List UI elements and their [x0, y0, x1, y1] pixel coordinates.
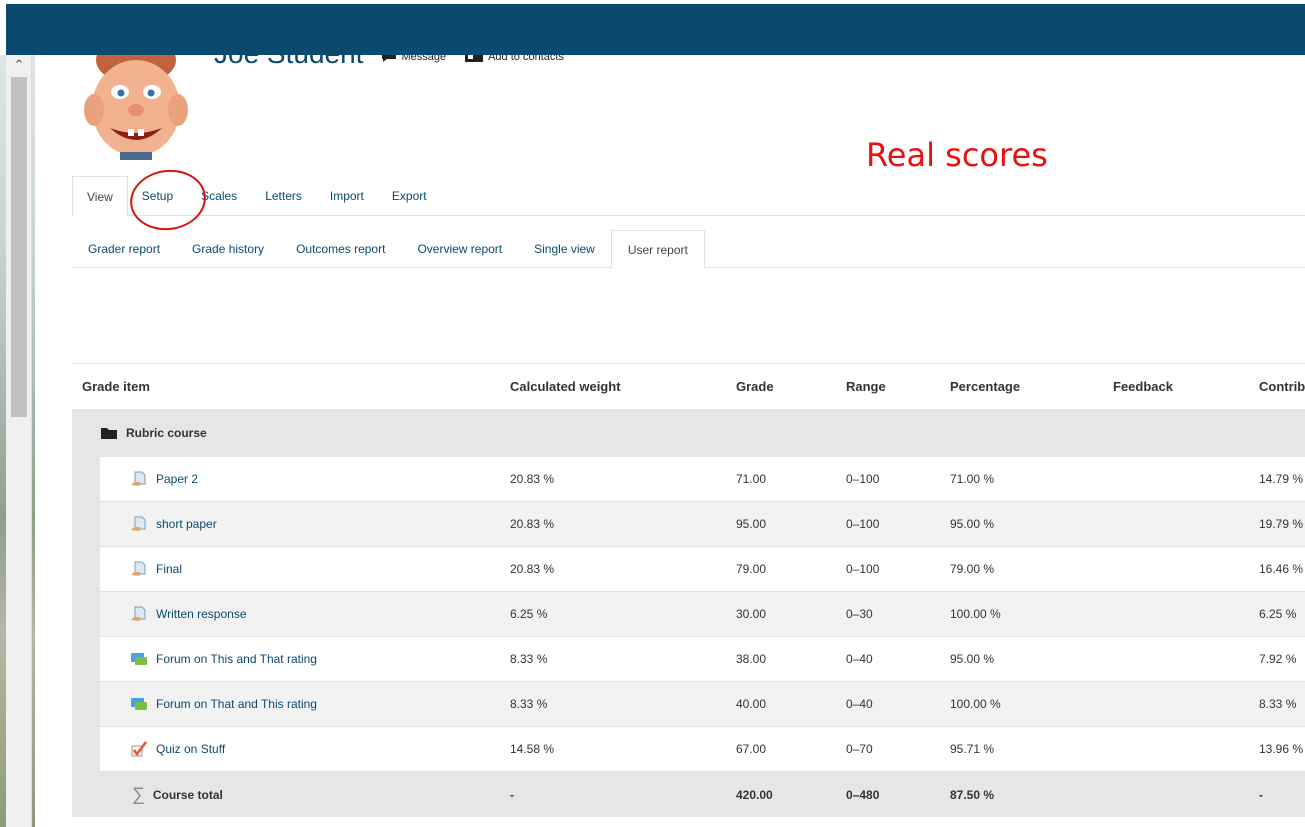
total-range: 0–480 [846, 787, 880, 802]
table-header: Grade item Calculated weight Grade Range… [72, 364, 1305, 409]
table-row: Paper 2 20.83 % 71.00 0–100 71.00 % 14.79 % [72, 457, 1305, 502]
tab-overview-report[interactable]: Overview report [401, 230, 518, 268]
tab-scales[interactable]: Scales [187, 176, 251, 216]
cell-weight: 20.83 % [510, 517, 555, 531]
cell-range: 0–70 [846, 742, 873, 756]
tab-outcomes-report[interactable]: Outcomes report [280, 230, 401, 268]
cell-range: 0–100 [846, 472, 880, 486]
grade-item-link[interactable]: Written response [156, 607, 247, 621]
cell-grade: 71.00 [736, 472, 767, 486]
annotation-text: Real scores [866, 136, 1048, 174]
col-feedback: Feedback [1113, 379, 1173, 394]
col-contribution: Contribution to course total [1259, 379, 1305, 394]
cell-grade: 95.00 [736, 517, 767, 531]
cell-percentage: 95.00 % [950, 652, 995, 666]
cell-percentage: 100.00 % [950, 697, 1001, 711]
table-row: Quiz on Stuff 14.58 % 67.00 0–70 95.71 % 13.9… [72, 727, 1305, 772]
scrollbar-thumb[interactable] [11, 77, 27, 417]
table-row: Forum on That and This rating 8.33 % 40.00… [72, 682, 1305, 727]
quiz-icon [130, 740, 148, 758]
total-contribution: - [1259, 787, 1263, 802]
assignment-icon [130, 515, 148, 533]
cell-grade: 30.00 [736, 607, 767, 621]
user-report-table: Grade item Calculated weight Grade Range… [72, 363, 1305, 817]
folder-icon [101, 428, 117, 439]
total-weight: - [510, 787, 514, 802]
grade-item-link[interactable]: short paper [156, 517, 217, 531]
grade-item-link[interactable]: Forum on This and That rating [156, 652, 317, 666]
table-row: short paper 20.83 % 95.00 0–100 95.00 % 19.79… [72, 502, 1305, 547]
cell-weight: 8.33 % [510, 652, 548, 666]
grade-item-link[interactable]: Paper 2 [156, 472, 198, 486]
table-row: Written response 6.25 % 30.00 0–30 100.00 % 6… [72, 592, 1305, 637]
table-row: Forum on This and That rating 8.33 % 38.00… [72, 637, 1305, 682]
tab-user-report[interactable]: User report [610, 230, 705, 269]
col-grade: Grade [736, 379, 774, 394]
table-row: Final 20.83 % 79.00 0–100 79.00 % 16.46 % [72, 547, 1305, 592]
cell-weight: 6.25 % [510, 607, 548, 621]
category-row: Rubric course [72, 409, 1305, 457]
total-grade: 420.00 [736, 787, 773, 802]
cell-contribution: 14.79 % [1259, 472, 1304, 486]
cell-contribution: 8.33 % [1259, 697, 1297, 711]
cell-weight: 20.83 % [510, 472, 555, 486]
tab-grader-report[interactable]: Grader report [72, 230, 176, 268]
forum-icon [130, 650, 148, 668]
course-total-row: ∑ Course total - 420.00 0–480 87.50 % - [72, 772, 1305, 817]
col-percentage: Percentage [950, 379, 1021, 394]
cell-percentage: 100.00 % [950, 607, 1001, 621]
cell-contribution: 7.92 % [1259, 652, 1297, 666]
tab-single-view[interactable]: Single view [518, 230, 611, 268]
cell-grade: 40.00 [736, 697, 767, 711]
assignment-icon [130, 605, 148, 623]
scroll-up-arrow-icon[interactable]: ⌃ [6, 55, 32, 73]
tab-setup[interactable]: Setup [128, 176, 187, 216]
forum-icon [130, 695, 148, 713]
tab-export[interactable]: Export [378, 176, 441, 216]
grade-rows: Paper 2 20.83 % 71.00 0–100 71.00 % 14.79 % sh… [72, 457, 1305, 772]
cell-contribution: 6.25 % [1259, 607, 1297, 621]
primary-tabs: View Setup Scales Letters Import Export [72, 176, 1305, 217]
col-grade-item: Grade item [82, 379, 150, 394]
tab-import[interactable]: Import [316, 176, 378, 216]
grade-item-link[interactable]: Forum on That and This rating [156, 697, 317, 711]
cell-range: 0–30 [846, 607, 873, 621]
cell-contribution: 13.96 % [1259, 742, 1304, 756]
col-calculated-weight: Calculated weight [510, 379, 621, 394]
top-navbar [6, 4, 1305, 55]
grade-item-link[interactable]: Quiz on Stuff [156, 742, 225, 756]
cell-percentage: 95.00 % [950, 517, 995, 531]
avatar [74, 40, 198, 160]
cell-percentage: 79.00 % [950, 562, 995, 576]
cell-range: 0–100 [846, 562, 880, 576]
category-name: Rubric course [126, 426, 207, 440]
assignment-icon [130, 470, 148, 488]
cell-range: 0–100 [846, 517, 880, 531]
cell-range: 0–40 [846, 652, 873, 666]
assignment-icon [130, 560, 148, 578]
tab-letters[interactable]: Letters [251, 176, 316, 216]
tab-grade-history[interactable]: Grade history [176, 230, 280, 268]
cell-percentage: 71.00 % [950, 472, 995, 486]
secondary-tabs: Grader report Grade history Outcomes rep… [72, 230, 1305, 269]
cell-percentage: 95.71 % [950, 742, 995, 756]
cell-range: 0–40 [846, 697, 873, 711]
cell-contribution: 19.79 % [1259, 517, 1304, 531]
cell-weight: 20.83 % [510, 562, 555, 576]
cell-grade: 67.00 [736, 742, 767, 756]
sigma-icon: ∑ [132, 784, 145, 804]
cell-grade: 38.00 [736, 652, 767, 666]
cell-weight: 14.58 % [510, 742, 555, 756]
cell-contribution: 16.46 % [1259, 562, 1304, 576]
tab-view[interactable]: View [72, 176, 128, 217]
grade-item-link[interactable]: Final [156, 562, 182, 576]
vertical-scrollbar[interactable]: ⌃ [6, 55, 32, 827]
total-label: Course total [152, 787, 223, 802]
cell-grade: 79.00 [736, 562, 767, 576]
total-percentage: 87.50 % [950, 787, 995, 802]
col-range: Range [846, 379, 886, 394]
cell-weight: 8.33 % [510, 697, 548, 711]
